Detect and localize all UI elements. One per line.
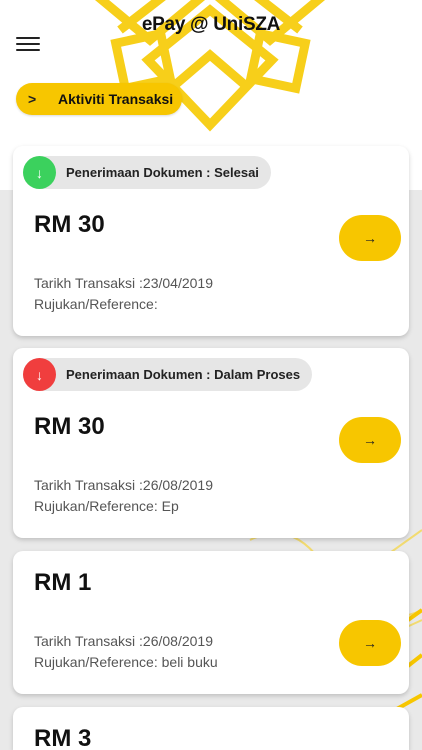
hamburger-menu-icon[interactable]	[16, 34, 40, 52]
transaction-amount: RM 1	[34, 569, 92, 596]
app-title: ePay @ UniSZA	[141, 14, 281, 35]
transaction-reference: Rujukan/Reference: beli buku	[34, 654, 218, 670]
transaction-amount: RM 3	[34, 725, 92, 750]
arrow-down-icon: ↓	[23, 156, 56, 189]
arrow-down-icon: ↓	[23, 358, 56, 391]
view-transaction-button[interactable]: →	[339, 417, 401, 463]
transaction-reference: Rujukan/Reference:	[34, 296, 158, 312]
transaction-card[interactable]: ↓ Penerimaan Dokumen : Dalam Proses RM 3…	[13, 348, 409, 538]
view-transaction-button[interactable]: →	[339, 620, 401, 666]
transaction-card[interactable]: ↓ Penerimaan Dokumen : Selesai RM 30 → T…	[13, 146, 409, 336]
view-transaction-button[interactable]: →	[339, 215, 401, 261]
transaction-date: Tarikh Transaksi :23/04/2019	[34, 275, 213, 291]
arrow-right-icon: →	[363, 230, 377, 246]
status-badge: ↓ Penerimaan Dokumen : Selesai	[23, 156, 271, 189]
status-label: Penerimaan Dokumen : Dalam Proses	[66, 367, 301, 382]
transaction-reference: Rujukan/Reference: Ep	[34, 498, 179, 514]
transaction-card[interactable]: RM 3	[13, 707, 409, 750]
transaction-amount: RM 30	[34, 413, 105, 440]
transaction-date: Tarikh Transaksi :26/08/2019	[34, 633, 213, 649]
transaction-date: Tarikh Transaksi :26/08/2019	[34, 477, 213, 493]
activity-transactions-label: Aktiviti Transaksi	[58, 91, 174, 107]
activity-transactions-button[interactable]: > Aktiviti Transaksi	[16, 83, 182, 115]
arrow-right-icon: →	[363, 432, 377, 448]
transaction-card[interactable]: RM 1 → Tarikh Transaksi :26/08/2019 Ruju…	[13, 551, 409, 694]
transaction-amount: RM 30	[34, 211, 105, 238]
arrow-right-icon: →	[363, 635, 377, 651]
status-badge: ↓ Penerimaan Dokumen : Dalam Proses	[23, 358, 313, 391]
chevron-right-icon: >	[28, 91, 37, 107]
status-label: Penerimaan Dokumen : Selesai	[66, 165, 259, 180]
